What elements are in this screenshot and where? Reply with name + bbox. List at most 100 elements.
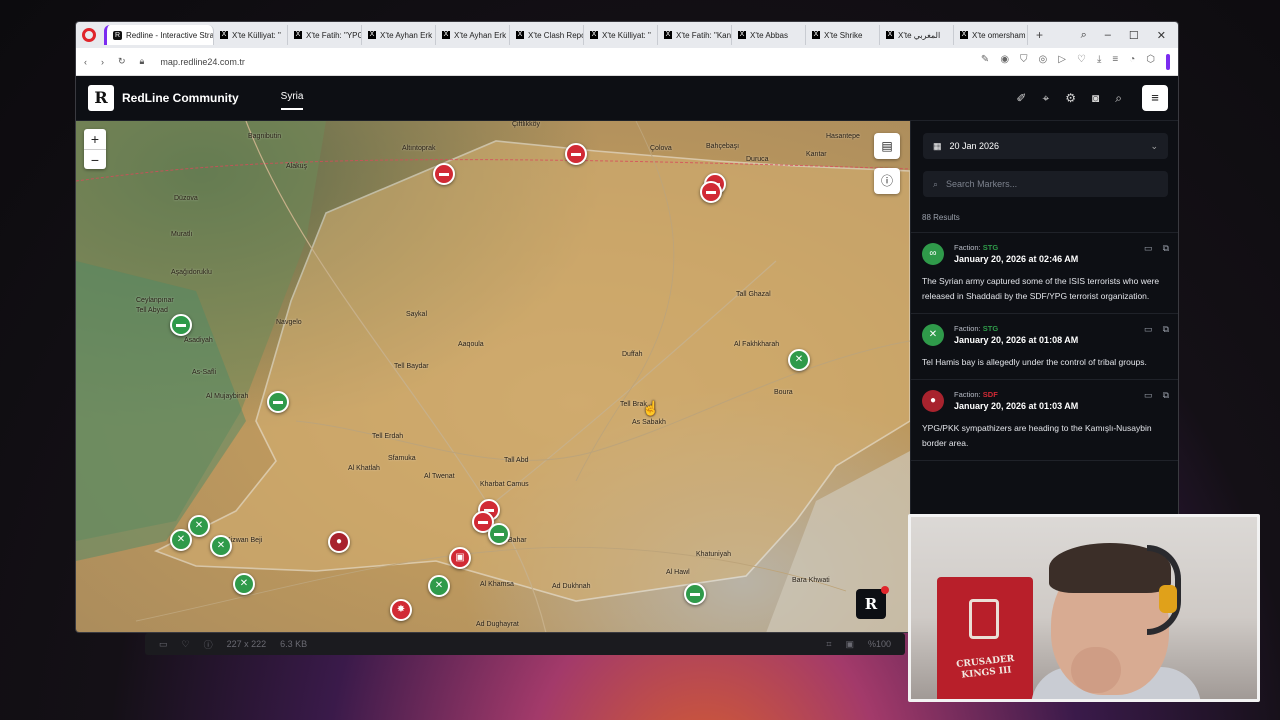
easy-setup-icon[interactable]: ≡ — [1112, 54, 1118, 70]
browser-tab[interactable]: X X'te Ayhan Erk — [362, 25, 436, 45]
browser-tab[interactable]: X X'te Clash Repo — [510, 25, 584, 45]
map-label: Ad Dukhnah — [552, 583, 591, 590]
tab-strip: R Redline - Interactive Strat X X'te Küll… — [76, 22, 1178, 48]
marker-stg-rifles-icon[interactable]: ✕ — [788, 349, 810, 371]
play-icon[interactable]: ▷ — [1058, 54, 1066, 70]
x-favicon-icon: X — [886, 31, 894, 39]
profile-icon[interactable]: ◔ — [1129, 54, 1135, 70]
tab-label: X'te omersham — [972, 30, 1026, 40]
search-icon: ⌕ — [933, 178, 939, 189]
map-label: Ceylanpınar — [136, 297, 174, 304]
forward-icon[interactable]: › — [101, 57, 104, 67]
search-icon[interactable]: ⌕ — [1115, 91, 1122, 106]
browser-tab[interactable]: X X'te Külliyat: " — [584, 25, 658, 45]
marker-stg-vehicle-icon[interactable]: ▬ — [267, 391, 289, 413]
download-icon[interactable]: ⤓ — [1097, 54, 1101, 70]
back-icon[interactable]: ‹ — [84, 57, 87, 67]
edit-icon[interactable]: ✎ — [981, 54, 989, 70]
vpn-icon[interactable]: ◎ — [1039, 54, 1048, 70]
close-icon[interactable]: ✕ — [1157, 29, 1166, 42]
x-favicon-icon: X — [516, 31, 524, 39]
zoom-in-button[interactable]: + — [84, 129, 106, 149]
external-link-icon[interactable]: ⧉ — [1163, 390, 1169, 401]
browser-tab[interactable]: X X'te Fatih: "Kan — [658, 25, 732, 45]
camera-icon[interactable]: ◙ — [1092, 91, 1099, 105]
extensions-icon[interactable]: ⬡ — [1146, 54, 1155, 70]
browser-tab[interactable]: X X'te Shrike — [806, 25, 880, 45]
reload-icon[interactable]: ↻ — [118, 56, 126, 67]
map-label: As-Safli — [192, 369, 217, 376]
camera-icon[interactable]: ◉ — [1000, 54, 1009, 70]
sidebar-toggle[interactable] — [1166, 53, 1170, 70]
marker-sdf-vehicle-icon[interactable]: ▬ — [565, 143, 587, 165]
marker-stg-vehicle-icon[interactable]: ▬ — [170, 314, 192, 336]
marker-stg-rifles-icon[interactable]: ✕ — [188, 515, 210, 537]
map-label: Bara Khwati — [792, 577, 830, 584]
image-dims: 227 x 222 — [226, 639, 267, 649]
settings-icon[interactable]: ⚙ — [1065, 91, 1076, 105]
video-icon[interactable]: ▭ — [1144, 390, 1153, 401]
redline-badge-icon[interactable]: R — [856, 586, 889, 619]
brand-name[interactable]: RedLine Community — [122, 91, 239, 105]
external-link-icon[interactable]: ⧉ — [1163, 324, 1169, 335]
marker-stg-rifles-icon[interactable]: ✕ — [233, 573, 255, 595]
map-pin-icon[interactable]: ⌖ — [1042, 91, 1049, 106]
marker-stg-rifles-icon[interactable]: ✕ — [210, 535, 232, 557]
marker-stg-vehicle-icon[interactable]: ▬ — [488, 523, 510, 545]
heart-icon[interactable]: ♡ — [1077, 54, 1086, 70]
browser-tab[interactable]: X X'te Abbas — [732, 25, 806, 45]
brand-logo[interactable]: R — [88, 85, 114, 111]
url-field[interactable]: map.redline24.com.tr — [160, 57, 245, 67]
tab-label: X'te Külliyat: " — [602, 30, 651, 40]
zoom-out-button[interactable]: − — [84, 149, 106, 169]
map-label: Tell Erdah — [372, 433, 404, 440]
tab-label: X'te Shrike — [824, 30, 863, 40]
menu-icon[interactable]: ≡ — [1142, 85, 1168, 111]
tab-label: X'te Ayhan Erk — [380, 30, 433, 40]
event-card[interactable]: ✕ Faction: STG January 20, 2026 at 01:08… — [911, 314, 1178, 380]
search-markers-input[interactable] — [946, 179, 1147, 189]
event-card[interactable]: ∞ Faction: STG January 20, 2026 at 02:46… — [911, 233, 1178, 314]
external-link-icon[interactable]: ⧉ — [1163, 243, 1169, 254]
browser-tab[interactable]: X X'te Ayhan Erk — [436, 25, 510, 45]
file-size: 6.3 KB — [280, 639, 308, 649]
map-label: Al Fakhkharah — [734, 341, 780, 348]
chevron-down-icon: ⌄ — [1150, 140, 1158, 151]
tab-syria[interactable]: Syria — [280, 91, 303, 110]
browser-tab[interactable]: X X'te Fatih: "YPG — [288, 25, 362, 45]
map-label: Bagnibutin — [248, 133, 282, 140]
marker-stg-vehicle-icon[interactable]: ▬ — [684, 583, 706, 605]
shield-icon[interactable]: ⛉ — [1020, 54, 1028, 70]
search-tabs-icon[interactable]: ⌕ — [1081, 29, 1087, 42]
x-favicon-icon: X — [590, 31, 598, 39]
marker-sdf-explosion-icon[interactable]: ✸ — [390, 599, 412, 621]
marker-sdf-people-icon[interactable]: ● — [328, 531, 350, 553]
browser-tab[interactable]: R Redline - Interactive Strat — [104, 25, 214, 45]
lock-icon: 🔒︎ — [139, 56, 145, 66]
date-select[interactable]: ▦ 20 Jan 2026 ⌄ — [923, 133, 1168, 159]
marker-stg-rifles-icon[interactable]: ✕ — [170, 529, 192, 551]
marker-sdf-vehicle-icon[interactable]: ▬ — [700, 181, 722, 203]
minimize-icon[interactable]: – — [1105, 29, 1111, 42]
browser-tab[interactable]: X X'te Külliyat: " — [214, 25, 288, 45]
maximize-icon[interactable]: ☐ — [1129, 29, 1139, 42]
map-layers-icon[interactable]: ▤ — [874, 133, 900, 159]
video-icon[interactable]: ▭ — [1144, 324, 1153, 335]
map-label: Bahçebaşı — [706, 143, 740, 150]
video-icon[interactable]: ▭ — [1144, 243, 1153, 254]
marker-stg-rifles-icon[interactable]: ✕ — [428, 575, 450, 597]
event-card[interactable]: ● Faction: SDF January 20, 2026 at 01:03… — [911, 380, 1178, 461]
marker-sdf-vehicle-icon[interactable]: ▬ — [433, 163, 455, 185]
webcam-overlay: CRUSADER KINGS III — [908, 514, 1260, 702]
map-view[interactable]: Bagnibutin Altıntoprak Çiftlikköy Çolova… — [76, 121, 910, 632]
browser-tab[interactable]: X X'te omersham — [954, 25, 1028, 45]
marker-sdf-tank-icon[interactable]: ▣ — [449, 547, 471, 569]
draw-icon[interactable]: ✐ — [1016, 91, 1026, 105]
browser-tab[interactable]: X X'te المغربي — [880, 25, 954, 45]
map-info-icon[interactable]: ⓘ — [874, 168, 900, 194]
map-label: Aaqoula — [458, 341, 484, 348]
new-tab-icon[interactable]: + — [1036, 28, 1043, 42]
x-favicon-icon: X — [812, 31, 820, 39]
tab-label: X'te المغربي — [898, 30, 941, 40]
opera-logo-icon[interactable] — [82, 28, 96, 42]
